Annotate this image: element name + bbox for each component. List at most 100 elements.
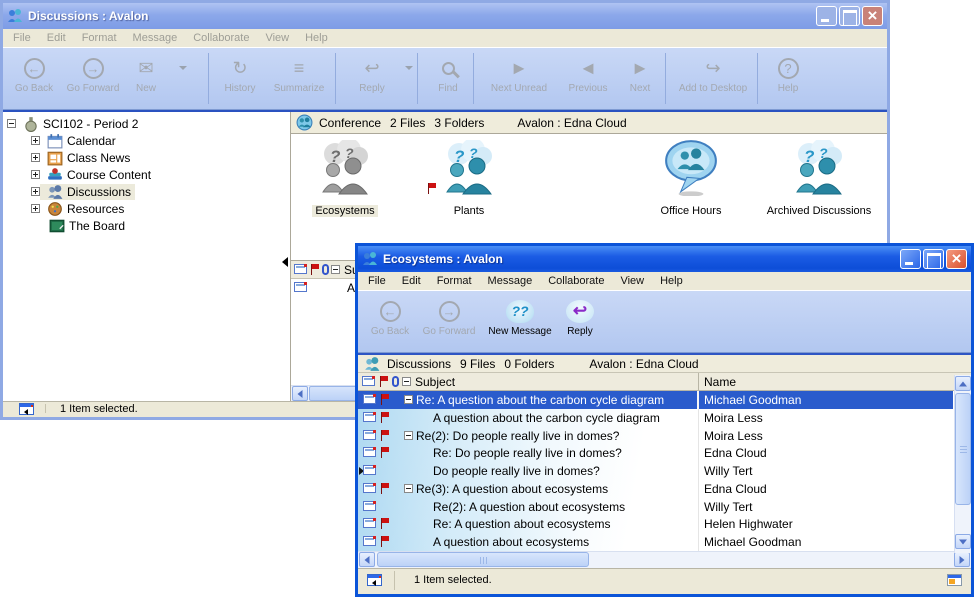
menu-format[interactable]: Format: [74, 32, 125, 44]
minimize-button[interactable]: [900, 249, 921, 269]
conference-item-plants[interactable]: ? ? Plants: [437, 140, 501, 219]
new-button[interactable]: ✉New: [121, 55, 171, 94]
message-icon: [363, 447, 376, 457]
scroll-up-button[interactable]: [955, 376, 971, 391]
message-row[interactable]: Re(2): Do people really live in domes?Mo…: [358, 427, 971, 445]
menu-file[interactable]: File: [5, 32, 39, 44]
menu-edit[interactable]: Edit: [39, 32, 74, 44]
subject-column-header[interactable]: Subject: [415, 375, 455, 389]
scrollbar-thumb[interactable]: [955, 393, 971, 505]
previous-button[interactable]: ◄Previous: [561, 55, 615, 94]
status-text: 1 Item selected.: [414, 574, 492, 586]
list-column-header[interactable]: Subject Name: [358, 373, 971, 391]
maximize-button[interactable]: [923, 249, 944, 269]
calendar-icon: [47, 133, 63, 149]
tree-item-resources[interactable]: Resources: [3, 200, 290, 217]
message-icon: [363, 465, 376, 475]
menubar: File Edit Format Message Collaborate Vie…: [3, 29, 887, 48]
summarize-button[interactable]: ≡Summarize: [267, 55, 331, 94]
collapse-icon[interactable]: [7, 119, 16, 128]
message-row[interactable]: Do people really live in domes?Willy Ter…: [358, 462, 971, 480]
menu-view[interactable]: View: [612, 275, 652, 287]
add-to-desktop-button[interactable]: ↪Add to Desktop: [671, 55, 755, 94]
next-unread-button[interactable]: ►Next Unread: [479, 55, 559, 94]
history-button[interactable]: ↻History: [215, 55, 265, 94]
collapse-all-icon[interactable]: [331, 265, 340, 274]
files-count: 9 Files: [460, 357, 495, 371]
flag-icon: [380, 430, 390, 441]
scroll-right-button[interactable]: [954, 552, 970, 567]
new-message-button[interactable]: ??New Message: [482, 298, 558, 337]
name-column-header[interactable]: Name: [704, 375, 736, 389]
go-back-button[interactable]: ←Go Back: [364, 298, 416, 337]
expand-icon[interactable]: [31, 187, 40, 196]
go-forward-button[interactable]: →Go Forward: [418, 298, 480, 337]
message-row[interactable]: Re(3): A question about ecosystemsEdna C…: [358, 480, 971, 498]
tree-item-calendar[interactable]: Calendar: [3, 132, 290, 149]
menu-edit[interactable]: Edit: [394, 275, 429, 287]
next-button[interactable]: ►Next: [617, 55, 663, 94]
plants-icon: ? ?: [441, 140, 497, 196]
titlebar[interactable]: Discussions : Avalon: [3, 3, 887, 29]
reply-button[interactable]: ↩Reply: [345, 55, 399, 94]
new-message-icon: ??: [506, 300, 534, 323]
menu-format[interactable]: Format: [429, 275, 480, 287]
collapse-icon[interactable]: [404, 484, 413, 493]
scroll-left-button[interactable]: [359, 552, 375, 567]
menu-collaborate[interactable]: Collaborate: [185, 32, 257, 44]
go-forward-button[interactable]: →Go Forward: [61, 55, 125, 94]
scroll-down-button[interactable]: [955, 534, 971, 549]
vertical-scrollbar[interactable]: [954, 375, 971, 553]
menu-file[interactable]: File: [360, 275, 394, 287]
tree-item-discussions[interactable]: Discussions: [3, 183, 290, 200]
reply-dropdown-icon[interactable]: [405, 66, 413, 70]
collapse-icon[interactable]: [404, 431, 413, 440]
pane-toggle-icon[interactable]: [367, 574, 382, 586]
message-row[interactable]: Re: A question about ecosystemsHelen Hig…: [358, 515, 971, 533]
discussions-icon: [47, 184, 63, 200]
menu-message[interactable]: Message: [480, 275, 541, 287]
minimize-button[interactable]: [816, 6, 837, 26]
status-text: 1 Item selected.: [60, 403, 138, 415]
conference-item-archived-discussions[interactable]: ? ? Archived Discussions: [757, 140, 881, 219]
tree-item-class-news[interactable]: Class News: [3, 149, 290, 166]
find-button[interactable]: Find: [425, 55, 471, 94]
message-row[interactable]: Re: Do people really live in domes?Edna …: [358, 444, 971, 462]
expand-icon[interactable]: [31, 170, 40, 179]
menu-view[interactable]: View: [257, 32, 297, 44]
menu-collaborate[interactable]: Collaborate: [540, 275, 612, 287]
scroll-left-button[interactable]: [292, 386, 308, 401]
new-dropdown-icon[interactable]: [179, 66, 187, 70]
view-toggle-icon[interactable]: [947, 574, 962, 586]
message-row[interactable]: Re: A question about the carbon cycle di…: [358, 391, 971, 409]
conference-item-ecosystems[interactable]: ? ? Ecosystems: [309, 140, 381, 219]
expand-icon[interactable]: [31, 136, 40, 145]
help-button[interactable]: ?Help: [765, 55, 811, 94]
expand-icon[interactable]: [31, 153, 40, 162]
tree-item-sci102[interactable]: SCI102 - Period 2: [3, 115, 290, 132]
collapse-icon[interactable]: [404, 395, 413, 404]
menu-help[interactable]: Help: [652, 275, 691, 287]
message-row[interactable]: A question about ecosystemsMichael Goodm…: [358, 533, 971, 551]
menu-help[interactable]: Help: [297, 32, 336, 44]
scrollbar-thumb[interactable]: [377, 552, 589, 567]
books-icon: [47, 167, 63, 183]
reply-button[interactable]: ↩Reply: [560, 298, 600, 337]
tree-item-course-content[interactable]: Course Content: [3, 166, 290, 183]
splitter-collapse-icon[interactable]: [282, 257, 288, 267]
close-button[interactable]: [946, 249, 967, 269]
titlebar[interactable]: Ecosystems : Avalon: [358, 246, 971, 272]
menu-message[interactable]: Message: [125, 32, 186, 44]
close-button[interactable]: [862, 6, 883, 26]
go-back-button[interactable]: ←Go Back: [9, 55, 59, 94]
pane-toggle-icon[interactable]: [19, 403, 34, 415]
message-row[interactable]: A question about the carbon cycle diagra…: [358, 409, 971, 427]
tree-item-the-board[interactable]: The Board: [3, 217, 290, 234]
expand-icon[interactable]: [31, 204, 40, 213]
maximize-button[interactable]: [839, 6, 860, 26]
column-divider[interactable]: [698, 373, 699, 390]
message-row[interactable]: Re(2): A question about ecosystemsWilly …: [358, 498, 971, 516]
collapse-all-icon[interactable]: [402, 377, 411, 386]
conference-item-office-hours[interactable]: Office Hours: [651, 138, 731, 219]
horizontal-scrollbar[interactable]: [358, 551, 971, 568]
